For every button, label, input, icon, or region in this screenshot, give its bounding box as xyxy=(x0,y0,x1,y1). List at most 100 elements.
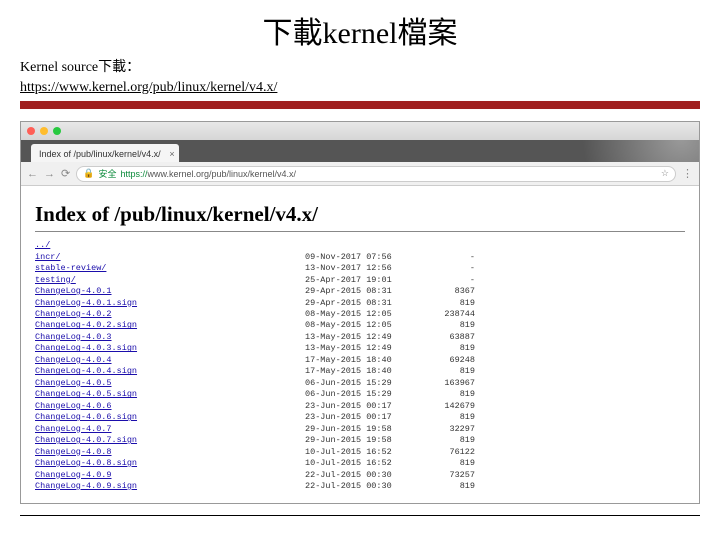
file-date: 13-May-2015 12:49 xyxy=(305,343,415,354)
file-link[interactable]: ChangeLog-4.0.9.sign xyxy=(35,481,137,491)
star-icon[interactable]: ☆ xyxy=(661,168,669,179)
file-link[interactable]: ChangeLog-4.0.2 xyxy=(35,309,112,319)
list-item: ChangeLog-4.0.7.sign 29-Jun-2015 19:58819 xyxy=(35,435,685,446)
list-item: ChangeLog-4.0.5 06-Jun-2015 15:29163967 xyxy=(35,378,685,389)
list-item: ChangeLog-4.0.4.sign17-May-2015 18:40819 xyxy=(35,366,685,377)
list-item: ChangeLog-4.0.9 22-Jul-2015 00:3073257 xyxy=(35,470,685,481)
file-link[interactable]: ChangeLog-4.0.8 xyxy=(35,447,112,457)
divider xyxy=(35,231,685,232)
file-date: 06-Jun-2015 15:29 xyxy=(305,378,415,389)
file-link[interactable]: ChangeLog-4.0.3.sign xyxy=(35,343,137,353)
file-size: 238744 xyxy=(415,309,475,320)
list-item: incr/09-Nov-2017 07:56- xyxy=(35,252,685,263)
url-field[interactable]: 🔒 安全 https://www.kernel.org/pub/linux/ke… xyxy=(76,166,676,182)
list-item: testing/25-Apr-2017 19:01- xyxy=(35,275,685,286)
file-date: 06-Jun-2015 15:29 xyxy=(305,389,415,400)
file-date: 08-May-2015 12:05 xyxy=(305,320,415,331)
source-label: Kernel source下載： xyxy=(20,60,140,75)
file-size: 819 xyxy=(415,481,475,492)
file-date xyxy=(305,240,415,251)
file-date: 10-Jul-2015 16:52 xyxy=(305,458,415,469)
file-link[interactable]: ChangeLog-4.0.8.sign xyxy=(35,458,137,468)
list-item: ChangeLog-4.0.8 10-Jul-2015 16:5276122 xyxy=(35,447,685,458)
file-link[interactable]: incr/ xyxy=(35,252,61,262)
file-size: 819 xyxy=(415,412,475,423)
file-date: 23-Jun-2015 00:17 xyxy=(305,412,415,423)
file-link[interactable]: ChangeLog-4.0.6.sign xyxy=(35,412,137,422)
file-size: - xyxy=(415,263,475,274)
reload-icon[interactable]: ⟳ xyxy=(61,167,70,180)
window-zoom-icon[interactable] xyxy=(53,127,61,135)
file-link[interactable]: ChangeLog-4.0.3 xyxy=(35,332,112,342)
url-scheme: https:// xyxy=(120,169,147,179)
file-size: 819 xyxy=(415,389,475,400)
file-size: 142679 xyxy=(415,401,475,412)
list-item: ChangeLog-4.0.729-Jun-2015 19:5832297 xyxy=(35,424,685,435)
forward-icon[interactable]: → xyxy=(44,168,55,180)
file-date: 22-Jul-2015 00:30 xyxy=(305,470,415,481)
list-item: ChangeLog-4.0.1 29-Apr-2015 08:318367 xyxy=(35,286,685,297)
file-size: 163967 xyxy=(415,378,475,389)
file-date: 09-Nov-2017 07:56 xyxy=(305,252,415,263)
file-date: 08-May-2015 12:05 xyxy=(305,309,415,320)
file-size xyxy=(415,240,475,251)
file-link[interactable]: ChangeLog-4.0.1.sign xyxy=(35,298,137,308)
file-link[interactable]: ChangeLog-4.0.4.sign xyxy=(35,366,137,376)
list-item: stable-review/13-Nov-2017 12:56- xyxy=(35,263,685,274)
file-link[interactable]: testing/ xyxy=(35,275,76,285)
file-size: 32297 xyxy=(415,424,475,435)
source-block: Kernel source下載： https://www.kernel.org/… xyxy=(20,58,700,97)
file-link[interactable]: ChangeLog-4.0.7 xyxy=(35,424,112,434)
file-size: 819 xyxy=(415,435,475,446)
file-link[interactable]: ChangeLog-4.0.2.sign xyxy=(35,320,137,330)
file-date: 29-Jun-2015 19:58 xyxy=(305,435,415,446)
file-date: 10-Jul-2015 16:52 xyxy=(305,447,415,458)
file-size: 73257 xyxy=(415,470,475,481)
file-date: 17-May-2015 18:40 xyxy=(305,366,415,377)
list-item: ChangeLog-4.0.2 08-May-2015 12:05238744 xyxy=(35,309,685,320)
file-link[interactable]: ChangeLog-4.0.5 xyxy=(35,378,112,388)
file-link[interactable]: ChangeLog-4.0.7.sign xyxy=(35,435,137,445)
back-icon[interactable]: ← xyxy=(27,168,38,180)
list-item: ../ xyxy=(35,240,685,251)
file-size: 69248 xyxy=(415,355,475,366)
file-link[interactable]: ChangeLog-4.0.4 xyxy=(35,355,112,365)
page-content: Index of /pub/linux/kernel/v4.x/ ../incr… xyxy=(21,186,699,502)
file-date: 17-May-2015 18:40 xyxy=(305,355,415,366)
window-minimize-icon[interactable] xyxy=(40,127,48,135)
lock-icon: 🔒 xyxy=(83,168,94,179)
list-item: ChangeLog-4.0.9.sign 22-Jul-2015 00:30819 xyxy=(35,481,685,492)
file-size: 819 xyxy=(415,298,475,309)
list-item: ChangeLog-4.0.1.sign 29-Apr-2015 08:31819 xyxy=(35,298,685,309)
file-size: 8367 xyxy=(415,286,475,297)
window-close-icon[interactable] xyxy=(27,127,35,135)
file-link[interactable]: ../ xyxy=(35,240,50,250)
tab-strip: Index of /pub/linux/kernel/v4.x/ × xyxy=(21,140,699,162)
file-link[interactable]: ChangeLog-4.0.5.sign xyxy=(35,389,137,399)
file-size: 76122 xyxy=(415,447,475,458)
browser-tab[interactable]: Index of /pub/linux/kernel/v4.x/ × xyxy=(31,144,179,162)
list-item: ChangeLog-4.0.313-May-2015 12:4963887 xyxy=(35,332,685,343)
source-url-link[interactable]: https://www.kernel.org/pub/linux/kernel/… xyxy=(20,80,277,95)
file-date: 23-Jun-2015 00:17 xyxy=(305,401,415,412)
file-link[interactable]: ChangeLog-4.0.1 xyxy=(35,286,112,296)
tab-title: Index of /pub/linux/kernel/v4.x/ xyxy=(39,149,161,159)
file-size: - xyxy=(415,252,475,263)
file-date: 22-Jul-2015 00:30 xyxy=(305,481,415,492)
file-link[interactable]: ChangeLog-4.0.9 xyxy=(35,470,112,480)
list-item: ChangeLog-4.0.8.sign10-Jul-2015 16:52819 xyxy=(35,458,685,469)
file-date: 25-Apr-2017 19:01 xyxy=(305,275,415,286)
list-item: ChangeLog-4.0.4 17-May-2015 18:4069248 xyxy=(35,355,685,366)
file-link[interactable]: ChangeLog-4.0.6 xyxy=(35,401,112,411)
url-host-path: www.kernel.org/pub/linux/kernel/v4.x/ xyxy=(147,169,296,179)
file-date: 29-Apr-2015 08:31 xyxy=(305,298,415,309)
file-date: 29-Apr-2015 08:31 xyxy=(305,286,415,297)
close-icon[interactable]: × xyxy=(169,149,174,159)
file-size: 819 xyxy=(415,320,475,331)
list-item: ChangeLog-4.0.6 23-Jun-2015 00:17142679 xyxy=(35,401,685,412)
menu-icon[interactable]: ⋮ xyxy=(682,167,693,180)
file-link[interactable]: stable-review/ xyxy=(35,263,106,273)
window-titlebar xyxy=(21,122,699,140)
file-size: 819 xyxy=(415,343,475,354)
list-item: ChangeLog-4.0.3.sign 13-May-2015 12:49819 xyxy=(35,343,685,354)
